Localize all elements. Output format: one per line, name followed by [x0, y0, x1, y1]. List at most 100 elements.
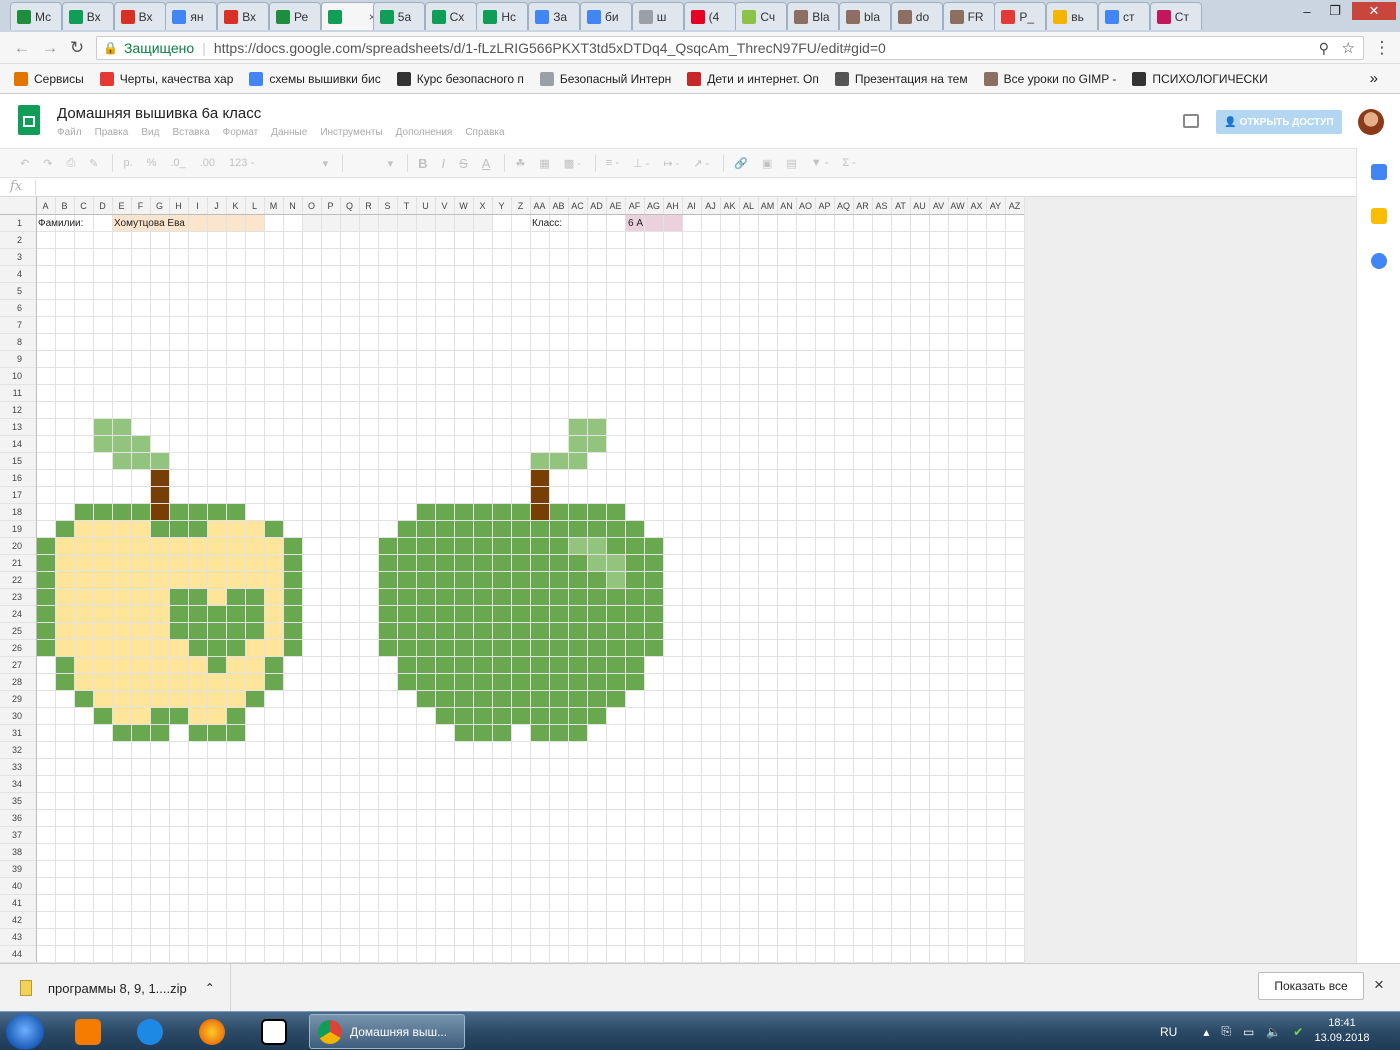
insert-comment-icon[interactable]: ▣ — [762, 157, 772, 170]
forward-icon[interactable]: → — [40, 38, 60, 58]
maximize-button[interactable]: ❐ — [1322, 2, 1348, 20]
increase-decimal-button[interactable]: .00 — [200, 157, 215, 169]
browser-tab[interactable]: За — [528, 2, 581, 30]
browser-tab[interactable]: Вх — [113, 2, 166, 30]
reload-icon[interactable]: ↻ — [67, 38, 87, 58]
menu-item[interactable]: Вставка — [172, 127, 209, 138]
keep-icon[interactable] — [1371, 208, 1387, 224]
taskbar-media-player[interactable] — [64, 1015, 112, 1048]
browser-tab[interactable]: ян — [165, 2, 218, 30]
menu-item[interactable]: Дополнения — [396, 127, 453, 138]
browser-tab[interactable]: би — [580, 2, 632, 30]
browser-tab[interactable]: ст — [1098, 2, 1150, 30]
close-window-button[interactable]: ✕ — [1352, 2, 1396, 20]
url-input[interactable]: 🔒 Защищено | https://docs.google.com/spr… — [96, 36, 1364, 60]
browser-tab[interactable]: FR — [942, 2, 995, 30]
browser-tab[interactable]: Мс — [10, 2, 62, 30]
browser-tab[interactable]: Сх — [424, 2, 477, 30]
bookmark-star-icon[interactable]: ☆ — [1342, 39, 1355, 57]
menu-item[interactable]: Файл — [57, 127, 82, 138]
comment-icon[interactable] — [1183, 114, 1199, 128]
more-formats-button[interactable]: 123 - — [229, 157, 254, 169]
align-horizontal-icon[interactable]: ≡ - — [606, 157, 619, 169]
bookmark-item[interactable]: Презентация на тем — [834, 71, 968, 86]
insert-link-icon[interactable]: 🔗 — [734, 157, 748, 170]
close-download-shelf-icon[interactable]: × — [1374, 975, 1384, 995]
bookmark-item[interactable]: Сервисы — [14, 71, 84, 86]
download-item[interactable]: программы 8, 9, 1....zip ⌃ — [0, 964, 231, 1012]
tasks-icon[interactable] — [1371, 253, 1387, 269]
bookmark-item[interactable]: Дети и интернет. Оп — [687, 71, 819, 86]
bookmark-item[interactable]: Курс безопасного п — [396, 71, 524, 86]
menu-item[interactable]: Правка — [95, 127, 129, 138]
language-indicator[interactable]: RU — [1160, 1025, 1177, 1039]
percent-button[interactable]: % — [147, 157, 157, 169]
text-rotate-icon[interactable]: ↗ - — [693, 157, 709, 170]
bold-icon[interactable]: B — [418, 156, 427, 171]
browser-tab[interactable]: Вх — [61, 2, 114, 30]
share-button[interactable]: 👤 ОТКРЫТЬ ДОСТУП — [1216, 110, 1342, 134]
bookmark-item[interactable]: схемы вышивки бис — [249, 71, 381, 86]
undo-icon[interactable]: ↶ — [20, 157, 29, 170]
bookmark-item[interactable]: ПСИХОЛОГИЧЕСКИ — [1132, 71, 1268, 86]
strikethrough-icon[interactable]: S — [459, 156, 468, 171]
clock[interactable]: 18:41 13.09.2018 — [1312, 1016, 1372, 1046]
filter-icon[interactable]: ▼ - — [811, 157, 829, 169]
minimize-button[interactable]: – — [1294, 2, 1320, 20]
font-size-select[interactable]: ▾ — [353, 157, 394, 170]
menu-kebab-icon[interactable]: ⋮ — [1372, 38, 1392, 58]
browser-tab[interactable]: (4 — [683, 2, 736, 30]
show-all-button[interactable]: Показать все — [1258, 972, 1364, 1000]
doc-title[interactable]: Домашняя вышивка 6а класс — [57, 105, 261, 122]
browser-tab[interactable]: Сч — [735, 2, 788, 30]
functions-icon[interactable]: Σ - — [842, 157, 856, 169]
bookmark-item[interactable]: Черты, качества хар — [99, 71, 233, 86]
browser-tab[interactable]: bla — [839, 2, 891, 30]
taskbar-vnc[interactable] — [250, 1015, 298, 1048]
bookmark-item[interactable]: Все уроки по GIMP - — [983, 71, 1116, 86]
sheets-logo-icon[interactable] — [18, 105, 40, 135]
formula-input[interactable] — [40, 178, 1350, 196]
browser-tab[interactable]: Bla — [787, 2, 840, 30]
menu-item[interactable]: Данные — [271, 127, 307, 138]
back-icon[interactable]: ← — [12, 38, 32, 58]
paint-format-icon[interactable]: ✎ — [89, 157, 98, 170]
font-select[interactable]: ▾ — [268, 157, 329, 170]
text-color-icon[interactable]: A — [482, 156, 491, 171]
italic-icon[interactable]: I — [442, 156, 446, 171]
avatar[interactable] — [1358, 109, 1384, 135]
print-icon[interactable]: ⎙ — [66, 157, 75, 170]
antivirus-icon[interactable]: ✔ — [1293, 1025, 1303, 1039]
align-vertical-icon[interactable]: ⊥ - — [633, 157, 649, 170]
taskbar-chrome[interactable]: Домашняя выш... — [309, 1014, 465, 1049]
browser-tab[interactable]: вь — [1046, 2, 1099, 30]
browser-tab[interactable]: Ре — [269, 2, 321, 30]
chevron-up-icon[interactable]: ⌃ — [205, 981, 215, 995]
browser-tab[interactable]: P_ — [994, 2, 1047, 30]
browser-tab[interactable]: Ст — [1149, 2, 1202, 30]
network-icon[interactable]: ⎘ — [1221, 1024, 1231, 1039]
menu-item[interactable]: Инструменты — [320, 127, 382, 138]
browser-tab[interactable]: Вх — [217, 2, 270, 30]
more-bookmarks[interactable]: » — [1370, 70, 1378, 87]
merge-cells-icon[interactable]: ▩ - — [564, 157, 581, 170]
browser-tab[interactable]: × — [320, 2, 377, 30]
menu-item[interactable]: Формат — [223, 127, 259, 138]
bookmark-item[interactable]: Безопасный Интерн — [539, 71, 671, 86]
browser-tab[interactable]: do — [890, 2, 943, 30]
start-button[interactable] — [6, 1014, 44, 1050]
browser-tab[interactable]: 5а — [372, 2, 425, 30]
decrease-decimal-button[interactable]: .0_ — [170, 157, 185, 169]
volume-icon[interactable]: 🔈 — [1266, 1025, 1281, 1039]
zoom-icon[interactable]: ⚲ — [1319, 40, 1329, 57]
insert-chart-icon[interactable]: ▤ — [786, 157, 796, 170]
menu-item[interactable]: Справка — [465, 127, 504, 138]
redo-icon[interactable]: ↷ — [43, 157, 52, 170]
taskbar-firefox[interactable] — [188, 1015, 236, 1048]
tray-expand-icon[interactable]: ▴ — [1203, 1025, 1209, 1039]
calendar-icon[interactable] — [1371, 164, 1387, 180]
text-wrap-icon[interactable]: ↦ - — [663, 157, 679, 170]
taskbar-ie[interactable] — [126, 1015, 174, 1048]
currency-button[interactable]: р. — [123, 157, 132, 169]
borders-icon[interactable]: ▦ — [539, 157, 549, 170]
